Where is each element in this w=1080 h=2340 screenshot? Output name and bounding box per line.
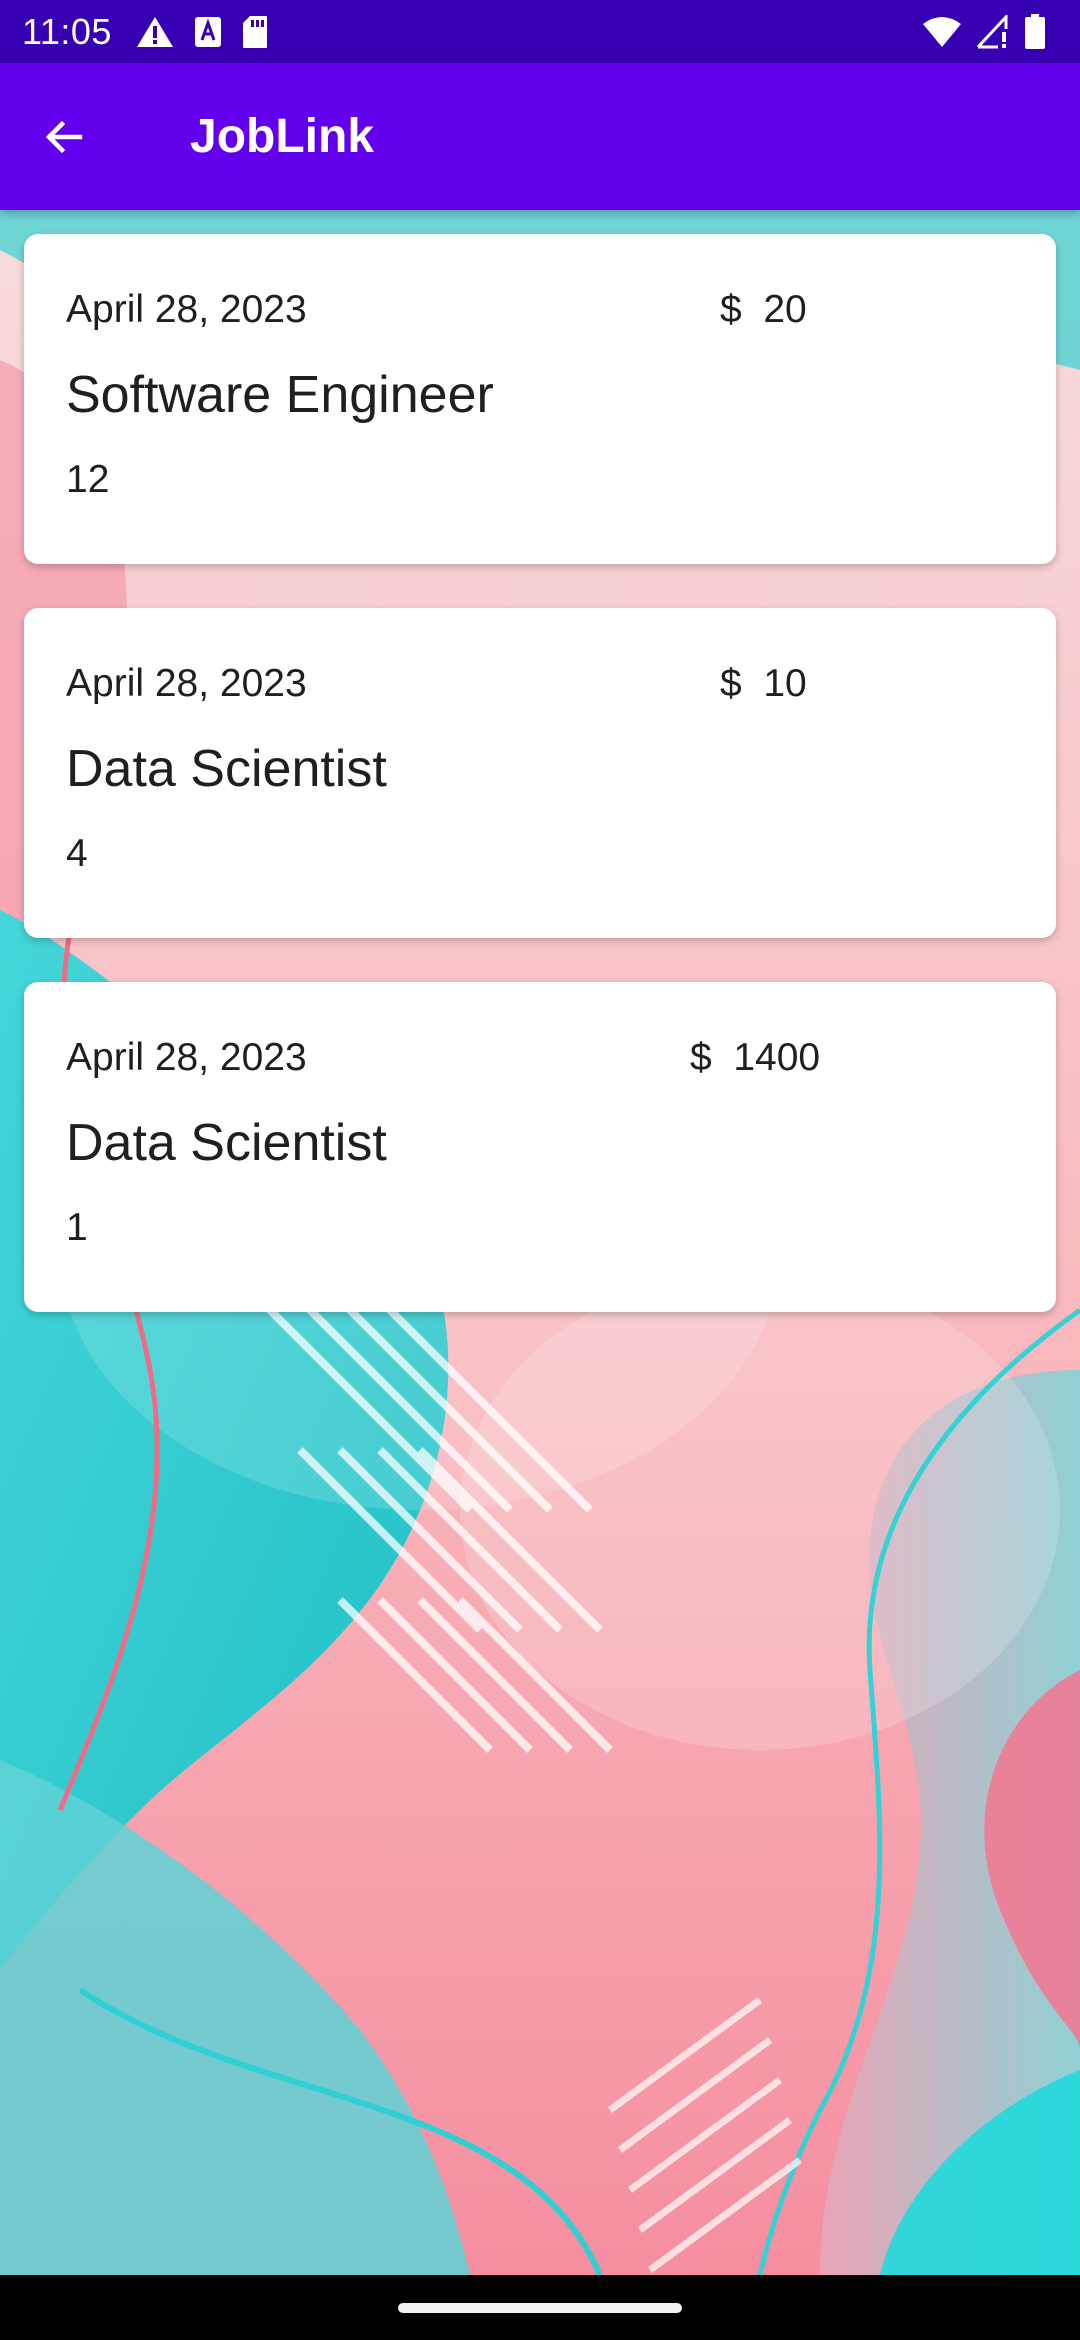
job-pay: $ 1400 [690,1036,821,1079]
status-bar: 11:05 [0,0,1080,63]
app-title: JobLink [190,110,375,163]
navigation-bar [0,2275,1080,2340]
sd-card-icon [243,16,267,48]
wifi-icon [923,17,961,47]
job-card[interactable]: April 28, 2023 $ 20 Software Engineer 12 [24,234,1056,564]
arrow-back-icon [45,120,83,154]
alert-icon [137,17,173,47]
job-card[interactable]: April 28, 2023 $ 10 Data Scientist 4 [24,608,1056,938]
back-button[interactable] [30,103,98,171]
status-time: 11:05 [22,11,112,52]
status-icons-left [136,12,268,52]
status-icons-right [922,12,1046,52]
job-pay: $ 20 [720,288,807,331]
home-indicator[interactable] [398,2303,682,2313]
job-title: Software Engineer [66,366,494,424]
job-card[interactable]: April 28, 2023 $ 1400 Data Scientist 1 [24,982,1056,1312]
signal-icon [976,15,1008,49]
job-title: Data Scientist [66,1114,387,1172]
app-bar: JobLink [0,63,1080,210]
job-count: 12 [66,458,110,501]
job-date: April 28, 2023 [66,1036,307,1079]
job-count: 1 [66,1206,88,1249]
job-title: Data Scientist [66,740,387,798]
text-a-icon [195,17,221,47]
job-pay: $ 10 [720,662,807,705]
job-date: April 28, 2023 [66,662,307,705]
job-count: 4 [66,832,88,875]
job-date: April 28, 2023 [66,288,307,331]
battery-icon [1025,14,1045,49]
screen: 11:05 JobLink April 28, 2023 $ 20 Softwa… [0,0,1080,2340]
